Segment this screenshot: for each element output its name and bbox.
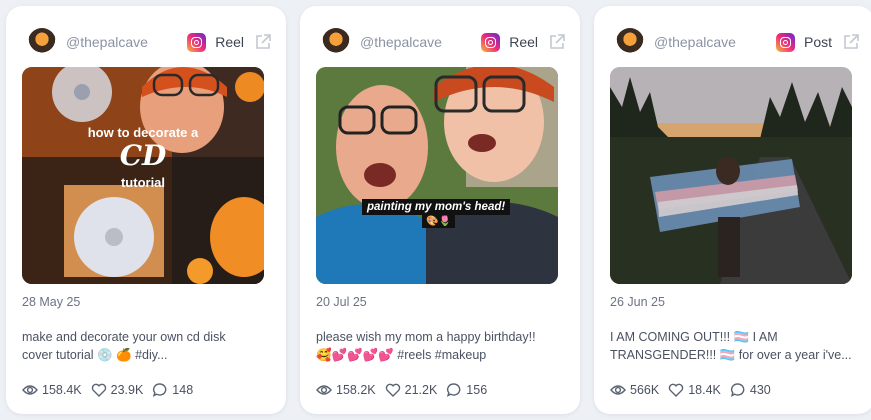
overlay-caption-line: how to decorate a bbox=[87, 125, 199, 140]
caption-line: 🥰💕💕💕💕 #reels #makeup bbox=[316, 348, 487, 362]
post-thumbnail[interactable] bbox=[610, 67, 852, 284]
caption-line: please wish my mom a happy birthday!! bbox=[316, 330, 536, 344]
avatar bbox=[28, 28, 56, 56]
eye-icon bbox=[610, 385, 626, 395]
overlay-caption-big: CD bbox=[119, 139, 167, 172]
external-link-icon[interactable] bbox=[254, 33, 272, 51]
overlay-caption-line: tutorial bbox=[120, 175, 166, 190]
comment-icon bbox=[153, 383, 167, 397]
overlay-caption-emoji: 🎨🌷 bbox=[422, 215, 455, 228]
likes-stat: 23.9K bbox=[91, 382, 144, 398]
post-date: 20 Jul 25 bbox=[316, 295, 367, 309]
likes-count: 21.2K bbox=[404, 383, 438, 397]
avatar bbox=[616, 28, 644, 56]
account-handle[interactable]: @thepalcave bbox=[360, 34, 481, 50]
overlay-caption-line: painting my mom's head! bbox=[362, 199, 511, 215]
views-stat: 158.2K bbox=[316, 382, 376, 398]
account-handle[interactable]: @thepalcave bbox=[66, 34, 187, 50]
post-stats: 158.2K 21.2K 156 bbox=[316, 382, 496, 398]
views-stat: 158.4K bbox=[22, 382, 82, 398]
comment-icon bbox=[447, 383, 461, 397]
post-type-label: Post bbox=[803, 34, 832, 50]
heart-icon bbox=[668, 383, 684, 397]
instagram-icon bbox=[187, 32, 207, 52]
caption-line: I AM COMING OUT!!! 🏳️‍⚧️ I AM bbox=[610, 330, 778, 344]
comments-stat: 430 bbox=[730, 382, 771, 398]
post-stats: 158.4K 23.9K 148 bbox=[22, 382, 202, 398]
comments-count: 430 bbox=[749, 383, 771, 397]
post-date: 28 May 25 bbox=[22, 295, 81, 309]
post-stats: 566K 18.4K 430 bbox=[610, 382, 780, 398]
post-thumbnail[interactable]: how to decorate a CD tutorial bbox=[22, 67, 264, 284]
caption-line: cover tutorial 💿 🍊 #diy... bbox=[22, 348, 168, 362]
likes-count: 18.4K bbox=[688, 383, 721, 397]
card-header: @thepalcave Reel bbox=[322, 24, 566, 60]
likes-stat: 21.2K bbox=[385, 382, 438, 398]
comment-icon bbox=[730, 383, 745, 397]
views-count: 158.4K bbox=[42, 383, 82, 397]
comments-stat: 156 bbox=[446, 382, 487, 398]
thumbnail-art bbox=[316, 67, 558, 284]
post-type-label: Reel bbox=[215, 34, 244, 50]
views-stat: 566K bbox=[610, 382, 659, 398]
eye-icon bbox=[316, 385, 332, 395]
post-card[interactable]: @thepalcave Reel how to decorate a CD tu… bbox=[6, 6, 286, 414]
post-caption: make and decorate your own cd disk cover… bbox=[22, 328, 272, 364]
post-caption: please wish my mom a happy birthday!! 🥰💕… bbox=[316, 328, 566, 364]
card-header: @thepalcave Post bbox=[616, 24, 860, 60]
views-count: 566K bbox=[630, 383, 660, 397]
heart-icon bbox=[385, 383, 400, 397]
comments-count: 148 bbox=[172, 383, 194, 397]
account-handle[interactable]: @thepalcave bbox=[654, 34, 776, 50]
instagram-icon bbox=[775, 32, 795, 52]
post-card[interactable]: @thepalcave Reel painting my mom's head!… bbox=[300, 6, 580, 414]
instagram-icon bbox=[481, 32, 501, 52]
external-link-icon[interactable] bbox=[548, 33, 566, 51]
likes-stat: 18.4K bbox=[668, 382, 721, 398]
heart-icon bbox=[91, 383, 106, 397]
likes-count: 23.9K bbox=[110, 383, 144, 397]
avatar bbox=[322, 28, 350, 56]
caption-line: make and decorate your own cd disk bbox=[22, 330, 226, 344]
post-type-label: Reel bbox=[509, 34, 538, 50]
post-thumbnail[interactable]: painting my mom's head! 🎨🌷 bbox=[316, 67, 558, 284]
post-card[interactable]: @thepalcave Post 26 Jun 25 I AM COMING O… bbox=[594, 6, 871, 414]
comments-stat: 148 bbox=[152, 382, 193, 398]
thumbnail-art bbox=[610, 67, 852, 284]
comments-count: 156 bbox=[466, 383, 488, 397]
post-caption: I AM COMING OUT!!! 🏳️‍⚧️ I AM TRANSGENDE… bbox=[610, 328, 860, 364]
post-date: 26 Jun 25 bbox=[610, 295, 665, 309]
views-count: 158.2K bbox=[336, 383, 376, 397]
eye-icon bbox=[22, 385, 38, 395]
external-link-icon[interactable] bbox=[842, 33, 860, 51]
caption-line: TRANSGENDER!!! 🏳️‍⚧️ for over a year i'v… bbox=[610, 348, 852, 362]
card-header: @thepalcave Reel bbox=[28, 24, 272, 60]
